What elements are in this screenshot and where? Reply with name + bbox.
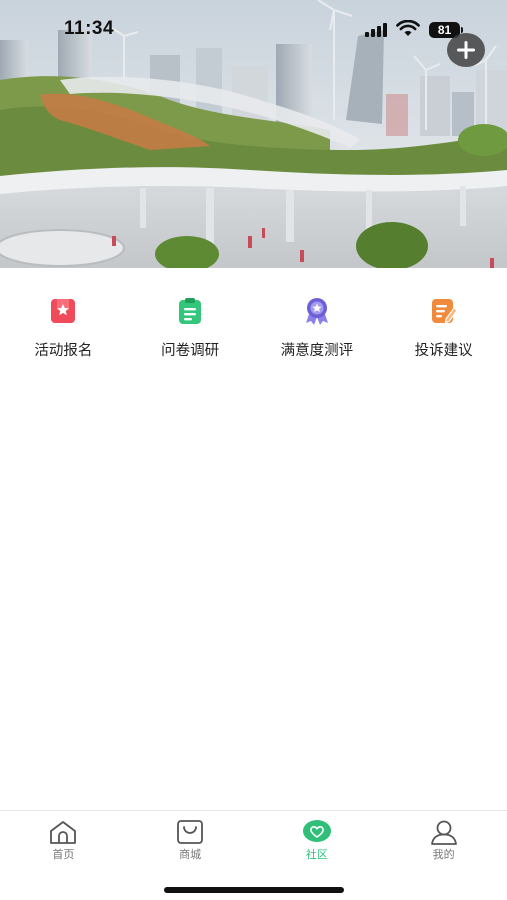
service-survey[interactable]: 问卷调研 <box>127 290 254 370</box>
battery-cap <box>461 27 463 33</box>
service-complaints-suggestions[interactable]: 投诉建议 <box>380 290 507 370</box>
service-label: 满意度测评 <box>280 343 354 359</box>
bottom-tab-bar: 首页 商城 社区 我的 <box>0 810 507 900</box>
user-icon <box>429 819 459 845</box>
signal-icon <box>365 23 387 37</box>
service-grid: 活动报名 问卷调研 满意度测评 投诉建议 <box>0 290 507 370</box>
tab-home[interactable]: 首页 <box>0 811 127 867</box>
award-medal-icon <box>305 298 328 325</box>
tab-label: 商城 <box>179 848 202 861</box>
bookmark-star-icon <box>51 299 76 323</box>
status-bar: 11:34 81 <box>0 0 507 50</box>
tab-profile[interactable]: 我的 <box>380 811 507 867</box>
plus-icon <box>457 41 475 59</box>
edit-note-icon <box>431 299 458 324</box>
home-icon <box>48 819 78 845</box>
tab-label: 社区 <box>305 848 328 861</box>
add-button[interactable] <box>447 33 485 67</box>
service-label: 问卷调研 <box>161 343 220 359</box>
status-time: 11:34 <box>64 18 115 39</box>
service-satisfaction-rating[interactable]: 满意度测评 <box>254 290 381 370</box>
tab-mall[interactable]: 商城 <box>127 811 254 867</box>
tab-label: 我的 <box>432 848 455 861</box>
service-label: 活动报名 <box>34 343 93 359</box>
heart-chat-icon <box>302 819 332 845</box>
tab-label: 首页 <box>52 848 75 861</box>
wifi-icon <box>396 20 420 36</box>
home-indicator <box>164 887 344 893</box>
clipboard-icon <box>179 298 202 324</box>
service-activity-signup[interactable]: 活动报名 <box>0 290 127 370</box>
service-label: 投诉建议 <box>414 343 473 359</box>
shopping-bag-icon <box>175 819 205 845</box>
tab-community[interactable]: 社区 <box>254 811 381 867</box>
